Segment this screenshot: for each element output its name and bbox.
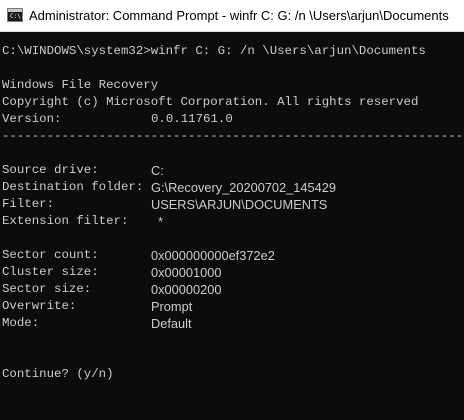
app-name: Windows File Recovery: [2, 78, 159, 92]
setting-label: Filter:: [2, 197, 55, 211]
setting-value: USERS\ARJUN\DOCUMENTS: [151, 197, 328, 212]
setting-row: Filter: USERS\ARJUN\DOCUMENTS: [2, 196, 462, 213]
setting-row: Extension filter: *: [2, 213, 462, 230]
stat-label: Sector count:: [2, 248, 99, 262]
console-output[interactable]: C:\WINDOWS\system32>winfr C: G: /n \User…: [2, 43, 462, 383]
copyright-line: Copyright (c) Microsoft Corporation. All…: [2, 94, 462, 111]
window-title: Administrator: Command Prompt - winfr C:…: [29, 8, 449, 23]
setting-value: C:: [151, 163, 164, 178]
stat-value: 0x00000200: [151, 282, 222, 297]
stat-label: Cluster size:: [2, 265, 99, 279]
setting-value: *: [151, 214, 164, 229]
stat-value: Prompt: [151, 299, 193, 314]
setting-row: Source drive: C:: [2, 162, 462, 179]
stat-row: Sector size: 0x00000200: [2, 281, 462, 298]
stat-value: Default: [151, 316, 192, 331]
app-name-line: Windows File Recovery: [2, 77, 462, 94]
stat-row: Mode: Default: [2, 315, 462, 332]
stat-label: Sector size:: [2, 282, 92, 296]
copyright: Copyright (c) Microsoft Corporation. All…: [2, 95, 419, 109]
stat-row: Overwrite: Prompt: [2, 298, 462, 315]
command-input: winfr C: G: /n \Users\arjun\Documents: [150, 44, 426, 58]
separator-line: ----------------------------------------…: [2, 129, 462, 143]
command-prompt-window: C:\. Administrator: Command Prompt - win…: [0, 0, 464, 420]
version-line: Version: 0.0.11761.0: [2, 111, 462, 128]
command-line: C:\WINDOWS\system32>winfr C: G: /n \User…: [2, 43, 462, 60]
icon-prompt-glyph: C:\.: [10, 13, 25, 20]
version-label: Version:: [2, 112, 62, 126]
setting-label: Destination folder:: [2, 180, 144, 194]
version-value: 0.0.11761.0: [151, 112, 233, 126]
stat-label: Mode:: [2, 316, 40, 330]
setting-label: Source drive:: [2, 163, 99, 177]
stat-value: 0x00001000: [151, 265, 222, 280]
icon-title-strip: [8, 9, 22, 12]
stat-row: Sector count: 0x000000000ef372e2: [2, 247, 462, 264]
stat-row: Cluster size: 0x00001000: [2, 264, 462, 281]
title-bar[interactable]: C:\. Administrator: Command Prompt - win…: [0, 0, 464, 32]
continue-prompt-line[interactable]: Continue? (y/n): [2, 366, 462, 383]
command-prompt-icon[interactable]: C:\.: [7, 8, 25, 22]
setting-value: G:\Recovery_20200702_145429: [151, 180, 336, 195]
command-prompt-path: C:\WINDOWS\system32>: [2, 44, 151, 58]
setting-label: Extension filter:: [2, 214, 129, 228]
setting-row: Destination folder: G:\Recovery_20200702_…: [2, 179, 462, 196]
continue-prompt: Continue? (y/n): [2, 367, 114, 381]
stat-label: Overwrite:: [2, 299, 77, 313]
stat-value: 0x000000000ef372e2: [151, 248, 275, 263]
